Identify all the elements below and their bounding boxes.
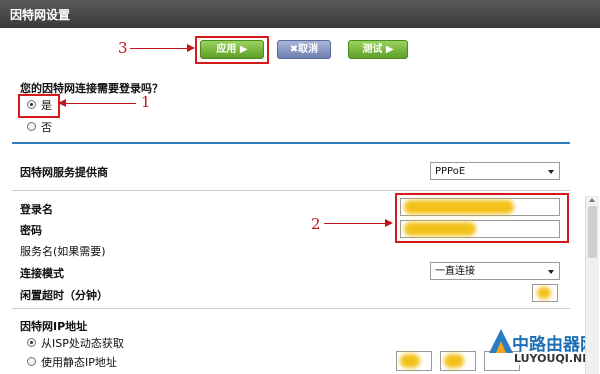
radio-ip-auto[interactable]	[27, 338, 36, 347]
ip-section-label: 因特网IP地址	[20, 320, 88, 333]
annotation-number-1: 1	[141, 93, 151, 111]
cancel-button[interactable]: ✖取消	[277, 40, 331, 59]
annotation-arrowhead-2	[385, 219, 393, 227]
radio-ip-auto-label: 从ISP处动态获取	[41, 337, 124, 350]
annotation-box-apply	[195, 36, 269, 64]
section-divider	[12, 142, 570, 144]
annotation-arrow-1	[66, 103, 136, 104]
annotation-box-yes	[18, 94, 60, 118]
idle-timeout-label: 闲置超时（分钟）	[20, 289, 108, 302]
username-label: 登录名	[20, 203, 53, 216]
idle-timeout-redaction	[537, 287, 551, 299]
annotation-arrow-2	[324, 223, 386, 224]
annotation-number-3: 3	[118, 39, 128, 57]
annotation-arrow-3	[130, 48, 188, 49]
password-label: 密码	[20, 224, 42, 237]
chevron-down-icon	[548, 270, 554, 274]
ip-octet-2-redaction	[444, 354, 464, 368]
scroll-up-icon[interactable]	[589, 198, 595, 202]
test-button[interactable]: 测试 ▶	[348, 40, 408, 59]
ip-divider	[12, 308, 570, 309]
annotation-box-credentials	[395, 193, 569, 243]
radio-login-no-label: 否	[41, 121, 52, 134]
isp-select-value: PPPoE	[435, 166, 466, 177]
radio-ip-static[interactable]	[27, 357, 36, 366]
scroll-thumb[interactable]	[588, 206, 597, 258]
radio-login-no[interactable]	[27, 122, 36, 131]
isp-label: 因特网服务提供商	[20, 166, 108, 179]
service-name-label: 服务名(如果需要)	[20, 245, 106, 258]
connection-mode-label: 连接模式	[20, 267, 64, 280]
ip-octet-1-redaction	[400, 354, 420, 368]
annotation-number-2: 2	[311, 215, 321, 233]
thin-divider	[12, 190, 570, 191]
chevron-down-icon	[548, 170, 554, 174]
annotation-arrowhead-1	[58, 99, 66, 107]
connection-mode-select[interactable]: 一直连接	[430, 262, 560, 280]
window-title: 因特网设置	[10, 8, 71, 22]
title-bar: 因特网设置	[0, 0, 600, 28]
radio-ip-static-label: 使用静态IP地址	[41, 356, 117, 369]
scrollbar[interactable]	[585, 196, 599, 374]
isp-select[interactable]: PPPoE	[430, 162, 560, 180]
annotation-arrowhead-3	[187, 44, 195, 52]
connection-mode-value: 一直连接	[435, 266, 475, 277]
